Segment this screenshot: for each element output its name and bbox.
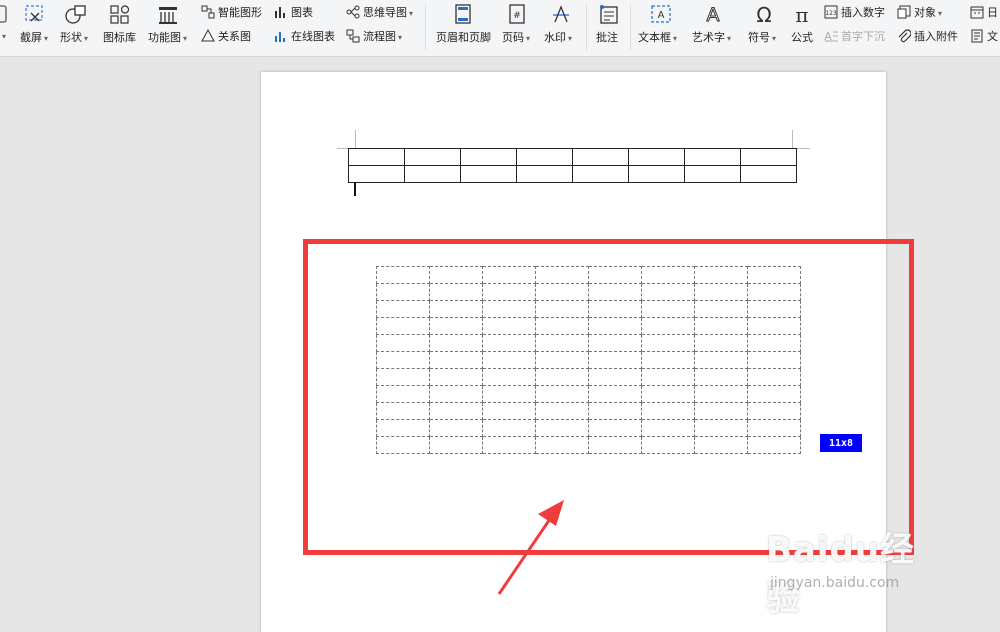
inserted-table[interactable] bbox=[348, 148, 797, 183]
date-button[interactable]: 日 bbox=[969, 4, 998, 20]
table-cell[interactable] bbox=[740, 148, 797, 166]
table-cell[interactable] bbox=[628, 148, 685, 166]
pi-formula-icon[interactable]: π bbox=[789, 2, 815, 26]
chart-button[interactable]: 图表 bbox=[273, 4, 313, 20]
date-label: 日 bbox=[987, 6, 998, 19]
mind-map-button[interactable]: 思维导图 bbox=[345, 4, 413, 20]
table-cell[interactable] bbox=[460, 148, 517, 166]
text-cursor bbox=[354, 182, 356, 196]
margin-corner-mark bbox=[355, 130, 356, 148]
icon-library-icon[interactable] bbox=[107, 2, 133, 26]
svg-text:A: A bbox=[707, 4, 720, 25]
svg-text:A: A bbox=[658, 10, 665, 21]
drop-cap-icon: A bbox=[823, 29, 838, 44]
cut-off-label[interactable] bbox=[0, 29, 6, 42]
document-button[interactable]: 文 bbox=[969, 28, 998, 44]
icon-library-button[interactable]: 图标库 bbox=[103, 29, 136, 45]
mind-map-icon bbox=[345, 5, 360, 20]
insert-attachment-button[interactable]: 插入附件 bbox=[896, 28, 958, 44]
table-cell[interactable] bbox=[404, 148, 461, 166]
omega-symbol-icon[interactable]: Ω bbox=[751, 2, 777, 26]
flowchart-button[interactable]: 流程图 bbox=[345, 28, 402, 44]
watermark-button[interactable]: 水印 bbox=[544, 29, 572, 45]
chart-icon bbox=[273, 5, 288, 20]
toolbar-divider bbox=[586, 4, 587, 50]
table-cell[interactable] bbox=[516, 148, 573, 166]
word-art-button[interactable]: 艺术字 bbox=[692, 29, 731, 45]
drop-cap-label: 首字下沉 bbox=[841, 30, 885, 43]
page-number-button[interactable]: 页码 bbox=[502, 29, 530, 45]
insert-number-label: 插入数字 bbox=[841, 6, 885, 19]
text-box-icon[interactable]: A bbox=[648, 2, 674, 26]
ribbon-toolbar: 截屏 形状 图标库 功能图 智能图形 关系图 图表 在线图表 思维导图 流程图 bbox=[0, 0, 1000, 57]
object-label: 对象 bbox=[914, 4, 942, 20]
table-cell[interactable] bbox=[684, 165, 741, 183]
insert-number-button[interactable]: 123 插入数字 bbox=[823, 4, 885, 20]
document-icon bbox=[969, 29, 984, 44]
svg-text:123: 123 bbox=[825, 10, 837, 17]
document-label: 文 bbox=[987, 30, 998, 43]
drop-cap-button: A 首字下沉 bbox=[823, 28, 885, 44]
online-chart-label: 在线图表 bbox=[291, 30, 335, 43]
relation-chart-icon bbox=[200, 29, 215, 44]
table-cell[interactable] bbox=[348, 148, 405, 166]
baidu-watermark: Baidu经验 jingyan.baidu.com bbox=[760, 512, 950, 619]
table-cell[interactable] bbox=[572, 148, 629, 166]
shapes-button[interactable]: 形状 bbox=[60, 29, 88, 45]
table-cell[interactable] bbox=[404, 165, 461, 183]
mind-map-label: 思维导图 bbox=[363, 4, 413, 20]
svg-text:π: π bbox=[795, 3, 808, 25]
function-chart-button[interactable]: 功能图 bbox=[148, 29, 187, 45]
table-cell[interactable] bbox=[740, 165, 797, 183]
cut-off-icon[interactable] bbox=[0, 2, 10, 26]
table-cell[interactable] bbox=[684, 148, 741, 166]
toolbar-divider bbox=[425, 4, 426, 50]
insert-number-icon: 123 bbox=[823, 5, 838, 20]
watermark-url: jingyan.baidu.com bbox=[770, 575, 900, 591]
object-button[interactable]: 对象 bbox=[896, 4, 942, 20]
function-chart-icon[interactable] bbox=[155, 2, 181, 26]
table-row bbox=[348, 165, 797, 183]
calendar-icon bbox=[969, 5, 984, 20]
screenshot-button[interactable]: 截屏 bbox=[20, 29, 48, 45]
svg-text:Ω: Ω bbox=[756, 3, 771, 25]
header-footer-button[interactable]: 页眉和页脚 bbox=[436, 29, 491, 45]
chart-label: 图表 bbox=[291, 6, 313, 19]
table-row bbox=[348, 148, 797, 166]
smart-art-button[interactable]: 智能图形 bbox=[200, 4, 262, 20]
comment-button[interactable]: 批注 bbox=[596, 29, 618, 45]
relation-chart-label: 关系图 bbox=[218, 30, 251, 43]
object-icon bbox=[896, 5, 911, 20]
screenshot-icon[interactable] bbox=[22, 2, 48, 26]
highlight-rectangle bbox=[303, 239, 914, 555]
header-footer-icon[interactable] bbox=[450, 2, 476, 26]
shapes-icon[interactable] bbox=[63, 2, 89, 26]
page-number-icon[interactable]: # bbox=[504, 2, 530, 26]
word-art-icon[interactable]: A bbox=[700, 2, 726, 26]
svg-text:#: # bbox=[513, 11, 521, 21]
online-chart-button[interactable]: 在线图表 bbox=[273, 28, 335, 44]
table-cell[interactable] bbox=[516, 165, 573, 183]
comment-icon[interactable] bbox=[596, 2, 622, 26]
smart-art-icon bbox=[200, 5, 215, 20]
watermark-icon[interactable] bbox=[548, 2, 574, 26]
formula-button[interactable]: 公式 bbox=[791, 29, 813, 45]
table-cell[interactable] bbox=[460, 165, 517, 183]
table-cell[interactable] bbox=[572, 165, 629, 183]
symbol-button[interactable]: 符号 bbox=[748, 29, 776, 45]
flowchart-label: 流程图 bbox=[363, 28, 402, 44]
insert-attachment-label: 插入附件 bbox=[914, 30, 958, 43]
smart-art-label: 智能图形 bbox=[218, 6, 262, 19]
table-cell[interactable] bbox=[628, 165, 685, 183]
flowchart-icon bbox=[345, 29, 360, 44]
margin-corner-mark bbox=[792, 130, 793, 148]
watermark-logo: Baidu经验 bbox=[766, 530, 916, 619]
text-box-button[interactable]: 文本框 bbox=[638, 29, 677, 45]
relation-chart-button[interactable]: 关系图 bbox=[200, 28, 251, 44]
toolbar-divider bbox=[630, 4, 631, 50]
online-chart-icon bbox=[273, 29, 288, 44]
table-cell[interactable] bbox=[348, 165, 405, 183]
paperclip-icon bbox=[896, 29, 911, 44]
